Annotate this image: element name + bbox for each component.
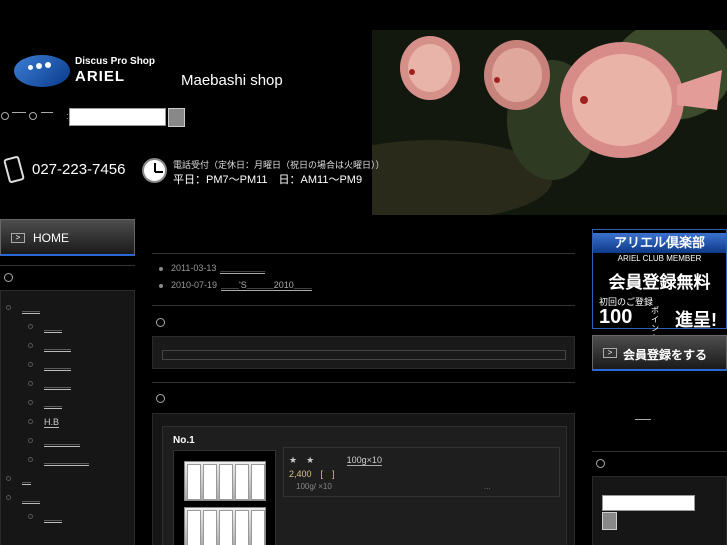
clock-icon xyxy=(142,158,167,183)
product-title-link[interactable]: 100g×10 xyxy=(346,455,382,466)
club-points: 100 xyxy=(599,306,633,328)
circle-bullet-icon xyxy=(4,273,13,282)
product-list: No.1 ★ ★ 100g×10 2,400 [ ] 100g/ ×10 ... xyxy=(152,413,575,545)
category-menu: ＿＿ ＿＿ ＿＿＿ ＿＿＿ ＿＿＿ ＿＿ H.B ＿＿＿＿ ＿＿＿＿＿ ＿ ＿＿… xyxy=(0,290,135,545)
menu-item-label: ＿＿ xyxy=(44,512,63,523)
sidebar-search-button[interactable] xyxy=(602,512,617,530)
discus-fish-photo xyxy=(372,30,727,215)
product-price: 2,400 [ ] xyxy=(289,469,335,479)
bullet-icon xyxy=(28,362,33,367)
menu-item-label: ＿＿＿ xyxy=(44,379,72,390)
radio-icon[interactable] xyxy=(29,112,37,120)
circle-bullet-icon xyxy=(156,394,165,403)
menu-item-label: ＿＿＿＿ xyxy=(44,436,81,447)
club-free-registration: 会員登録無料 xyxy=(608,273,711,292)
bullet-icon xyxy=(6,476,11,481)
right-section-heading xyxy=(592,451,727,471)
register-label: 会員登録をする xyxy=(623,348,708,362)
menu-item-label: ＿＿ xyxy=(22,493,41,504)
news-item[interactable]: 2011-03-13 ＿＿＿＿＿ xyxy=(159,261,266,274)
menu-item-label: ＿＿ xyxy=(44,398,63,409)
news-item[interactable]: 2010-07-19 ＿＿'S＿＿＿2010＿＿ xyxy=(159,278,312,291)
ariel-logo-mark xyxy=(14,55,70,87)
section-heading xyxy=(152,382,575,412)
circle-bullet-icon xyxy=(156,318,165,327)
sidebar-search-input[interactable] xyxy=(602,495,695,511)
product-title-stars: ★ ★ xyxy=(289,455,315,465)
news-list: 2011-03-13 ＿＿＿＿＿ 2010-07-19 ＿＿'S＿＿＿2010＿＿ xyxy=(152,253,575,293)
news-date: 2011-03-13 xyxy=(171,263,217,273)
menu-item-label: ＿＿＿ xyxy=(44,360,72,371)
home-label: HOME xyxy=(33,231,69,245)
bullet-icon xyxy=(28,457,33,462)
bullet-icon xyxy=(28,400,33,405)
product-info: ★ ★ 100g×10 2,400 [ ] 100g/ ×10 ... xyxy=(283,447,560,497)
bullet-icon xyxy=(6,305,11,310)
search-input[interactable] xyxy=(69,108,166,126)
section-box xyxy=(152,336,575,369)
bullet-icon xyxy=(6,495,11,500)
menu-item-label: ＿＿ xyxy=(44,322,63,333)
bullet-icon xyxy=(28,324,33,329)
right-sidebar-link[interactable] xyxy=(635,410,651,420)
bullet-icon xyxy=(28,343,33,348)
product-title[interactable]: ★ ★ 100g×10 xyxy=(289,453,382,466)
product-description: 100g/ ×10 xyxy=(296,482,332,491)
left-section-heading xyxy=(0,265,135,285)
shop-name: Maebashi shop xyxy=(181,72,283,89)
menu-item-label: ＿＿＿ xyxy=(44,341,72,352)
header: Discus Pro Shop ARIEL Maebashi shop : 02… xyxy=(0,0,727,215)
right-sidebar: アリエル倶楽部 ARIEL CLUB MEMBER 会員登録無料 初回のご登録 … xyxy=(592,229,727,545)
home-button[interactable]: > HOME xyxy=(0,219,135,256)
section-heading xyxy=(152,305,575,335)
section-box-inner xyxy=(162,350,566,360)
product-image[interactable] xyxy=(173,450,276,545)
news-link[interactable]: ＿＿＿＿＿ xyxy=(220,263,266,274)
logo-name: ARIEL xyxy=(75,68,125,85)
bullet-icon xyxy=(159,266,163,271)
bullet-icon xyxy=(28,419,33,424)
main-content: 2011-03-13 ＿＿＿＿＿ 2010-07-19 ＿＿'S＿＿＿2010＿＿ … xyxy=(152,253,575,545)
chevron-right-icon: > xyxy=(11,233,25,243)
club-member-banner[interactable]: アリエル倶楽部 ARIEL CLUB MEMBER 会員登録無料 初回のご登録 … xyxy=(592,229,727,342)
news-date: 2010-07-19 xyxy=(171,280,218,290)
left-sidebar: > HOME ＿＿ ＿＿ ＿＿＿ ＿＿＿ ＿＿＿ ＿＿ H.B ＿＿＿＿ ＿＿＿… xyxy=(0,219,135,545)
business-hours: 平日：PM7〜PM11 日：AM11〜PM9 xyxy=(173,174,363,186)
bullet-icon xyxy=(28,438,33,443)
club-title: アリエル倶楽部 xyxy=(593,233,726,253)
club-subtitle: ARIEL CLUB MEMBER xyxy=(617,254,702,263)
register-button[interactable]: > 会員登録をする xyxy=(592,335,727,371)
bullet-icon xyxy=(159,283,163,288)
phone-number: 027-223-7456 xyxy=(32,161,126,178)
mobile-phone-icon xyxy=(3,155,25,184)
logo-tagline: Discus Pro Shop xyxy=(75,56,156,67)
menu-item-label: ＿＿ xyxy=(22,303,41,314)
chevron-right-icon: > xyxy=(603,348,617,358)
product-card: No.1 ★ ★ 100g×10 2,400 [ ] 100g/ ×10 ... xyxy=(162,426,567,545)
bullet-icon xyxy=(28,381,33,386)
product-number: No.1 xyxy=(173,435,195,446)
circle-bullet-icon xyxy=(596,459,605,468)
product-more: ... xyxy=(484,482,491,491)
menu-item-label: ＿＿＿＿＿ xyxy=(44,455,90,466)
news-link[interactable]: ＿＿'S＿＿＿2010＿＿ xyxy=(221,280,312,291)
club-gift: 進呈! xyxy=(675,310,717,330)
menu-item-label: H.B xyxy=(44,417,60,428)
right-search-box xyxy=(592,476,727,545)
search-button[interactable] xyxy=(168,108,185,127)
menu-item-label: ＿ xyxy=(22,474,32,485)
business-hours-note: 電話受付（定休日：月曜日（祝日の場合は火曜日）） xyxy=(173,160,385,170)
search-option-link[interactable] xyxy=(41,112,53,113)
radio-icon[interactable] xyxy=(1,112,9,120)
bullet-icon xyxy=(28,514,33,519)
search-option-link[interactable] xyxy=(12,112,26,113)
